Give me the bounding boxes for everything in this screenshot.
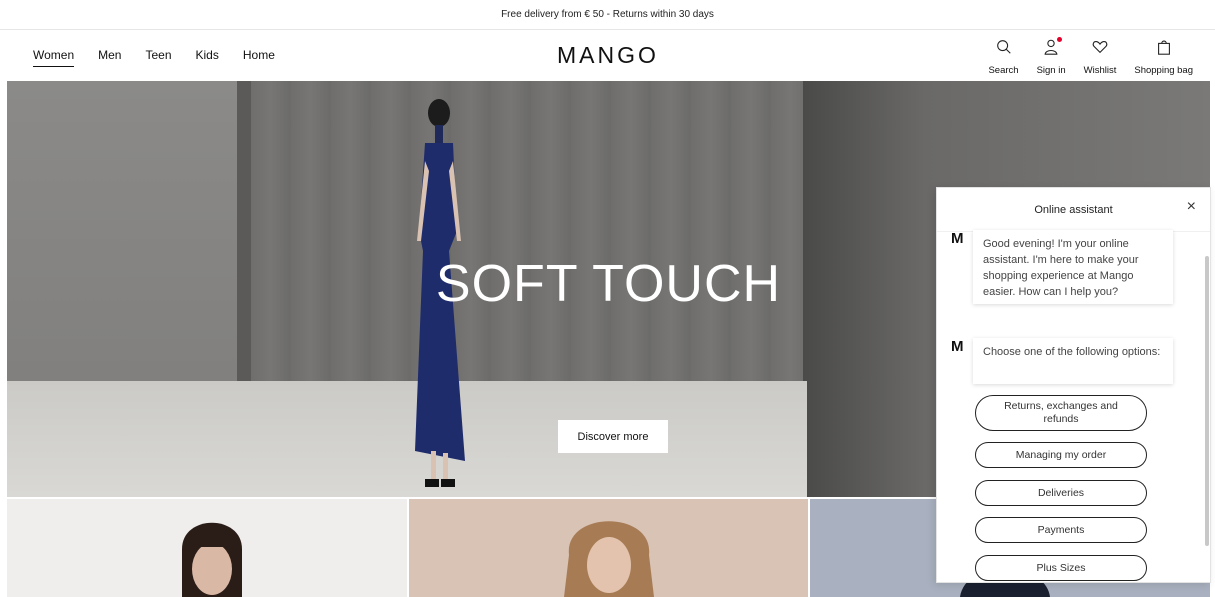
prompt-bubble: Choose one of the following options: xyxy=(973,338,1173,384)
discover-more-button[interactable]: Discover more xyxy=(558,420,668,453)
chat-scrollbar[interactable] xyxy=(1205,256,1209,546)
nav-item-kids[interactable]: Kids xyxy=(196,48,219,67)
shopping-bag-label: Shopping bag xyxy=(1134,65,1193,76)
hero-wall-center xyxy=(251,81,803,381)
option-payments-button[interactable]: Payments xyxy=(975,517,1147,543)
option-returns-button[interactable]: Returns, exchanges and refunds xyxy=(975,395,1147,431)
heart-icon xyxy=(1091,38,1109,61)
shopping-bag-icon xyxy=(1155,38,1173,61)
announcement-text: Free delivery from € 50 - Returns within… xyxy=(501,9,714,20)
category-tile-1[interactable] xyxy=(7,499,407,597)
online-assistant-panel: Online assistant × M Good evening! I'm y… xyxy=(936,187,1211,583)
tile-2-portrait xyxy=(563,521,654,597)
user-icon xyxy=(1042,37,1063,61)
assistant-avatar: M xyxy=(951,338,964,355)
shopping-bag-button[interactable]: Shopping bag xyxy=(1134,38,1193,76)
option-managing-order-button[interactable]: Managing my order xyxy=(975,442,1147,468)
main-nav: Women Men Teen Kids Home xyxy=(33,48,299,67)
sign-in-label: Sign in xyxy=(1036,65,1066,76)
assistant-avatar: M xyxy=(951,230,964,247)
chat-message-greeting: M Good evening! I'm your online assistan… xyxy=(951,230,1173,304)
nav-item-men[interactable]: Men xyxy=(98,48,121,67)
wishlist-button[interactable]: Wishlist xyxy=(1083,38,1117,76)
chat-message-prompt: M Choose one of the following options: xyxy=(951,338,1173,384)
search-button[interactable]: Search xyxy=(988,38,1019,76)
chat-title: Online assistant xyxy=(1034,203,1113,216)
nav-item-home[interactable]: Home xyxy=(243,48,275,67)
sign-in-button[interactable]: Sign in xyxy=(1036,37,1066,76)
site-header: Women Men Teen Kids Home MANGO Search Si… xyxy=(0,30,1215,81)
greeting-bubble: Good evening! I'm your online assistant.… xyxy=(973,230,1173,304)
wishlist-label: Wishlist xyxy=(1083,65,1117,76)
chat-header: Online assistant × xyxy=(937,188,1210,232)
notification-dot xyxy=(1057,37,1063,42)
hero-title-text: SOFT TOUCH xyxy=(435,255,782,313)
announcement-bar: Free delivery from € 50 - Returns within… xyxy=(0,0,1215,30)
search-icon xyxy=(995,38,1013,61)
tile-1-portrait xyxy=(182,522,242,597)
option-plus-sizes-button[interactable]: Plus Sizes xyxy=(975,555,1147,581)
category-tile-2[interactable] xyxy=(408,499,809,597)
nav-item-women[interactable]: Women xyxy=(33,48,75,67)
close-icon[interactable]: × xyxy=(1187,199,1196,215)
mango-logo[interactable]: MANGO xyxy=(557,42,659,69)
option-deliveries-button[interactable]: Deliveries xyxy=(975,480,1147,506)
nav-item-teen[interactable]: Teen xyxy=(145,48,171,67)
search-label: Search xyxy=(988,65,1019,76)
header-actions: Search Sign in Wishlist Shopping bag xyxy=(970,37,1193,76)
